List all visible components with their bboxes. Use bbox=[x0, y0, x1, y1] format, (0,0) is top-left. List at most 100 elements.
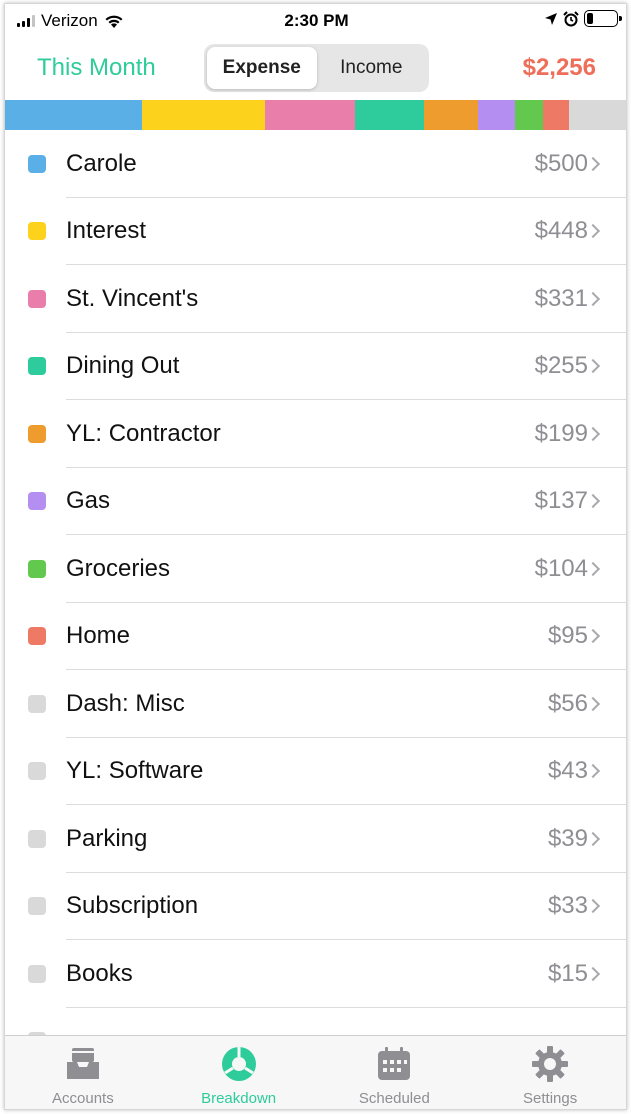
category-color-swatch bbox=[28, 357, 46, 376]
category-name: Interest bbox=[66, 217, 147, 245]
list-item-books[interactable]: Books $15 bbox=[5, 940, 626, 1008]
category-list: Carole $500 Interest $448 St. Vincent's … bbox=[5, 130, 626, 1035]
expense-income-toggle: Expense Income bbox=[204, 44, 429, 92]
inbox-tray-icon bbox=[63, 1044, 103, 1084]
category-name: Carole bbox=[66, 149, 137, 177]
category-name: YL: Software bbox=[66, 757, 204, 785]
category-color-swatch bbox=[28, 289, 46, 308]
chevron-right-icon bbox=[585, 629, 601, 644]
bar-segment-carole bbox=[5, 100, 142, 130]
category-amount: $448 bbox=[534, 217, 588, 245]
status-bar: Verizon 2:30 PM bbox=[5, 4, 626, 38]
category-amount: $43 bbox=[547, 757, 588, 785]
category-amount: $104 bbox=[534, 554, 588, 582]
category-color-swatch bbox=[28, 627, 46, 646]
list-item-interest[interactable]: Interest $448 bbox=[5, 198, 626, 265]
chevron-right-icon bbox=[585, 426, 601, 441]
list-item-dash-misc[interactable]: Dash: Misc $56 bbox=[5, 670, 626, 738]
chevron-right-icon bbox=[585, 156, 601, 171]
list-item-yl-contractor[interactable]: YL: Contractor $199 bbox=[5, 400, 626, 468]
calendar-icon bbox=[374, 1044, 414, 1084]
list-item-dining-out[interactable]: Dining Out $255 bbox=[5, 333, 626, 400]
segment-expense[interactable]: Expense bbox=[207, 47, 317, 89]
tab-bar: Accounts Breakdown Scheduled Settings bbox=[5, 1035, 626, 1109]
chevron-right-icon bbox=[585, 899, 601, 914]
bar-segment-interest bbox=[142, 100, 265, 130]
chevron-right-icon bbox=[585, 966, 601, 981]
list-item-groceries[interactable]: Groceries $104 bbox=[5, 535, 626, 603]
gear-icon bbox=[530, 1044, 570, 1084]
category-amount: $500 bbox=[534, 149, 588, 177]
category-name: Books bbox=[66, 959, 133, 987]
chevron-right-icon bbox=[585, 291, 601, 306]
category-color-swatch bbox=[28, 897, 46, 916]
category-color-swatch bbox=[28, 964, 46, 983]
chevron-right-icon bbox=[585, 696, 601, 711]
category-name: Dash: Misc bbox=[66, 689, 185, 717]
status-time: 2:30 PM bbox=[284, 11, 349, 30]
chevron-right-icon bbox=[585, 764, 601, 779]
status-right-group bbox=[544, 10, 622, 27]
bar-segment-gas bbox=[478, 100, 515, 130]
category-name: Gas bbox=[66, 487, 111, 515]
battery-icon bbox=[584, 10, 622, 27]
category-amount: $331 bbox=[534, 284, 588, 312]
category-color-swatch bbox=[28, 154, 46, 173]
tab-scheduled[interactable]: Scheduled bbox=[317, 1036, 473, 1109]
category-name: Home bbox=[66, 622, 131, 650]
category-name: Groceries bbox=[66, 554, 171, 582]
chevron-right-icon bbox=[585, 831, 601, 846]
chevron-right-icon bbox=[585, 224, 601, 239]
category-amount: $137 bbox=[534, 487, 588, 515]
category-color-swatch bbox=[28, 559, 46, 578]
tab-accounts[interactable]: Accounts bbox=[5, 1036, 161, 1109]
category-name: Parking bbox=[66, 824, 148, 852]
tab-label: Scheduled bbox=[358, 1090, 430, 1107]
list-item-carole[interactable]: Carole $500 bbox=[5, 130, 626, 198]
category-color-swatch bbox=[28, 762, 46, 781]
tab-settings[interactable]: Settings bbox=[472, 1036, 626, 1109]
list-item-subscription[interactable]: Subscription $33 bbox=[5, 873, 626, 940]
location-arrow-icon bbox=[545, 12, 557, 25]
list-item-gas[interactable]: Gas $137 bbox=[5, 468, 626, 535]
bar-segment-dining-out bbox=[355, 100, 424, 130]
list-item-partial[interactable] bbox=[5, 1008, 626, 1035]
bar-segment-groceries bbox=[515, 100, 543, 130]
bar-segment-home bbox=[543, 100, 569, 130]
category-name: YL: Contractor bbox=[66, 419, 221, 447]
total-amount: $2,256 bbox=[522, 54, 596, 81]
category-color-swatch bbox=[28, 829, 46, 848]
tab-label: Accounts bbox=[52, 1090, 114, 1107]
category-color-swatch bbox=[28, 492, 46, 511]
category-amount: $39 bbox=[547, 824, 588, 852]
category-amount: $33 bbox=[547, 892, 588, 920]
category-proportion-bar bbox=[5, 100, 626, 130]
tab-label: Settings bbox=[523, 1090, 578, 1107]
period-selector[interactable]: This Month bbox=[37, 54, 156, 82]
category-color-swatch bbox=[28, 694, 46, 713]
tab-breakdown[interactable]: Breakdown bbox=[161, 1036, 317, 1109]
tab-label: Breakdown bbox=[201, 1090, 277, 1107]
category-amount: $95 bbox=[547, 622, 588, 650]
category-amount: $199 bbox=[534, 419, 588, 447]
bar-segment-other bbox=[569, 100, 626, 130]
chevron-right-icon bbox=[585, 359, 601, 374]
chevron-right-icon bbox=[585, 494, 601, 509]
category-name: Dining Out bbox=[66, 352, 180, 380]
category-color-swatch bbox=[28, 222, 46, 241]
segment-income[interactable]: Income bbox=[317, 47, 427, 89]
list-item-parking[interactable]: Parking $39 bbox=[5, 805, 626, 873]
chevron-right-icon bbox=[585, 561, 601, 576]
list-item-yl-software[interactable]: YL: Software $43 bbox=[5, 738, 626, 805]
category-amount: $56 bbox=[547, 689, 588, 717]
header-bar: This Month Expense Income $2,256 bbox=[5, 38, 626, 100]
app-window: Verizon 2:30 PM This Month Expense Incom… bbox=[4, 3, 627, 1110]
category-color-swatch bbox=[28, 424, 46, 443]
category-amount: $255 bbox=[534, 352, 588, 380]
category-amount: $15 bbox=[547, 959, 588, 987]
list-item-home[interactable]: Home $95 bbox=[5, 603, 626, 670]
category-name: St. Vincent's bbox=[66, 284, 199, 312]
list-item-st-vincents[interactable]: St. Vincent's $331 bbox=[5, 265, 626, 333]
category-name: Subscription bbox=[66, 892, 199, 920]
bar-segment-yl-contractor bbox=[424, 100, 478, 130]
